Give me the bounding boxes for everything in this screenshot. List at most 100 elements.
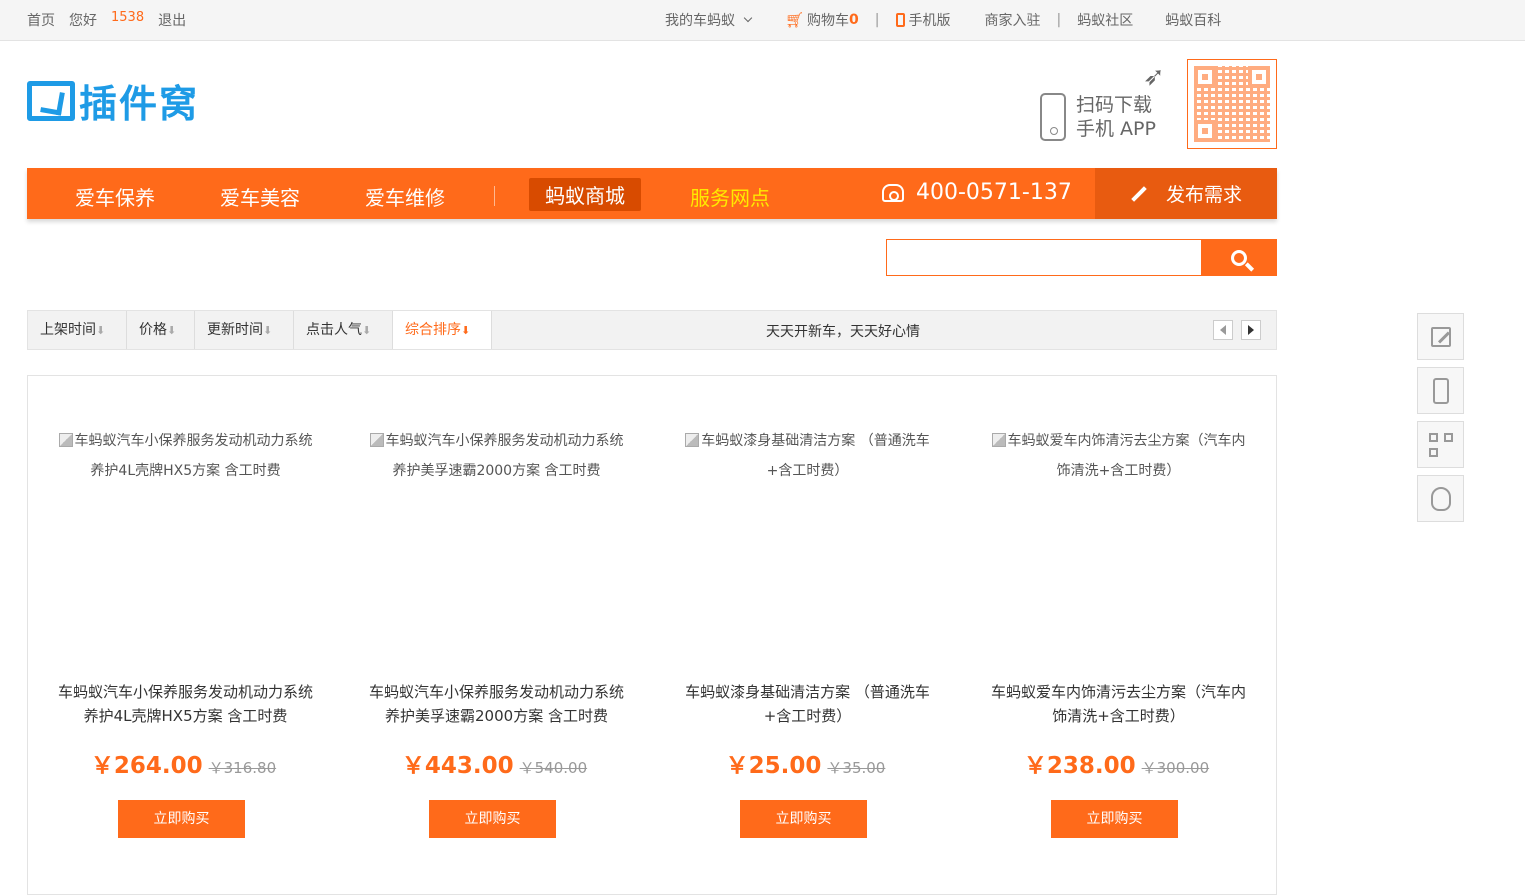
smartphone-icon bbox=[1040, 93, 1066, 141]
product-image[interactable]: 车蚂蚁汽车小保养服务发动机动力系统养护4L壳牌HX5方案 含工时费 bbox=[58, 426, 313, 486]
prev-page-button[interactable] bbox=[1213, 320, 1233, 340]
nav-divider bbox=[494, 186, 495, 206]
side-toolbar bbox=[1417, 313, 1464, 529]
merchant-link[interactable]: 商家入驻 bbox=[985, 10, 1041, 30]
search-box bbox=[886, 239, 1277, 276]
product-card: 车蚂蚁爱车内饰清污去尘方案（汽车内饰清洗+含工时费） 车蚂蚁爱车内饰清污去尘方案… bbox=[961, 376, 1272, 866]
buy-now-button[interactable]: 立即购买 bbox=[118, 800, 245, 838]
nav-item-maintenance[interactable]: 爱车保养 bbox=[75, 182, 155, 211]
product-card: 车蚂蚁汽车小保养服务发动机动力系统养护4L壳牌HX5方案 含工时费 车蚂蚁汽车小… bbox=[28, 376, 339, 866]
product-image[interactable]: 车蚂蚁汽车小保养服务发动机动力系统养护美孚速霸2000方案 含工时费 bbox=[369, 426, 624, 486]
search-input[interactable] bbox=[887, 240, 1200, 275]
arrow-down-icon: ⬇ bbox=[461, 324, 471, 337]
publish-label: 发布需求 bbox=[1165, 184, 1242, 206]
product-card: 车蚂蚁漆身基础清洁方案 （普通洗车+含工时费） 车蚂蚁漆身基础清洁方案 （普通洗… bbox=[650, 376, 961, 866]
logout-link[interactable]: 退出 bbox=[158, 10, 186, 30]
broken-image-icon bbox=[685, 433, 700, 447]
mobile-app-button[interactable] bbox=[1417, 367, 1464, 414]
product-title[interactable]: 车蚂蚁爱车内饰清污去尘方案（汽车内饰清洗+含工时费） bbox=[991, 680, 1246, 728]
buy-now-button[interactable]: 立即购买 bbox=[1051, 800, 1178, 838]
cart-icon: 🛒︎ bbox=[785, 11, 805, 29]
slogan-text: 天天开新车，天天好心情 bbox=[766, 324, 920, 340]
qr-icon bbox=[1428, 432, 1453, 457]
mobile-label: 手机版 bbox=[908, 13, 951, 29]
qq-service-button[interactable] bbox=[1417, 475, 1464, 522]
sort-listing-time[interactable]: 上架时间⬇ bbox=[28, 311, 127, 349]
sort-label: 价格 bbox=[139, 322, 167, 338]
arrow-down-icon: ⬇ bbox=[96, 324, 106, 337]
sort-label: 上架时间 bbox=[40, 322, 96, 338]
my-account-menu[interactable]: 我的车蚂蚁 bbox=[665, 10, 753, 30]
mobile-link[interactable]: 手机版 bbox=[895, 10, 951, 30]
product-image-alt: 车蚂蚁汽车小保养服务发动机动力系统养护美孚速霸2000方案 含工时费 bbox=[385, 433, 624, 479]
edit-icon bbox=[1430, 326, 1451, 347]
sort-popularity[interactable]: 点击人气⬇ bbox=[294, 311, 393, 349]
search-icon bbox=[1230, 249, 1247, 266]
header: 插件窝 bbox=[0, 41, 1525, 167]
curl-arrow-icon: ➶ bbox=[1143, 62, 1165, 92]
wiki-link[interactable]: 蚂蚁百科 bbox=[1165, 10, 1221, 30]
community-link[interactable]: 蚂蚁社区 bbox=[1077, 10, 1133, 30]
app-line2: 手机 APP bbox=[1076, 118, 1156, 140]
logo[interactable]: 插件窝 bbox=[27, 73, 199, 128]
sort-update-time[interactable]: 更新时间⬇ bbox=[195, 311, 294, 349]
app-line1: 扫码下载 bbox=[1076, 94, 1153, 116]
cart-link[interactable]: 🛒︎ 购物车 0 bbox=[785, 10, 859, 30]
top-bar: 首页 您好 1538 退出 我的车蚂蚁 🛒︎ 购物车 0 | 手机版 商家入驻 … bbox=[0, 0, 1525, 41]
divider: | bbox=[874, 12, 880, 28]
app-download: 扫码下载 手机 APP bbox=[1040, 93, 1156, 141]
arrow-down-icon: ⬇ bbox=[167, 324, 177, 337]
sort-label: 点击人气 bbox=[306, 322, 362, 338]
hotline-number: 400-0571-137 bbox=[916, 180, 1072, 205]
greeting-text: 您好 bbox=[69, 13, 97, 29]
qr-code-button[interactable] bbox=[1417, 421, 1464, 468]
logo-text: 插件窝 bbox=[79, 82, 200, 126]
arrow-down-icon: ⬇ bbox=[263, 324, 273, 337]
buy-now-button[interactable]: 立即购买 bbox=[740, 800, 867, 838]
chevron-down-icon bbox=[743, 13, 753, 23]
divider: | bbox=[1056, 12, 1062, 28]
product-title[interactable]: 车蚂蚁漆身基础清洁方案 （普通洗车+含工时费） bbox=[680, 680, 935, 728]
sort-price[interactable]: 价格⬇ bbox=[127, 311, 195, 349]
broken-image-icon bbox=[58, 433, 73, 447]
product-old-price: ￥316.80 bbox=[208, 759, 277, 777]
product-image[interactable]: 车蚂蚁爱车内饰清污去尘方案（汽车内饰清洗+含工时费） bbox=[991, 426, 1246, 486]
cart-label: 购物车 bbox=[807, 13, 850, 29]
telephone-icon bbox=[882, 183, 904, 202]
product-old-price: ￥540.00 bbox=[519, 759, 588, 777]
product-old-price: ￥35.00 bbox=[827, 759, 886, 777]
sort-label: 更新时间 bbox=[207, 322, 263, 338]
product-price: ￥264.00 bbox=[90, 753, 203, 779]
nav-item-repair[interactable]: 爱车维修 bbox=[365, 182, 445, 211]
product-old-price: ￥300.00 bbox=[1141, 759, 1210, 777]
product-list: 车蚂蚁汽车小保养服务发动机动力系统养护4L壳牌HX5方案 含工时费 车蚂蚁汽车小… bbox=[27, 375, 1277, 895]
username-link[interactable]: 1538 bbox=[111, 10, 144, 30]
product-price: ￥443.00 bbox=[401, 753, 514, 779]
home-link[interactable]: 首页 bbox=[27, 10, 55, 30]
broken-image-icon bbox=[991, 433, 1006, 447]
search-button[interactable] bbox=[1201, 240, 1276, 275]
publish-request-button[interactable]: 发布需求 bbox=[1095, 168, 1277, 219]
sort-label: 综合排序 bbox=[405, 322, 461, 338]
mobile-icon bbox=[895, 13, 905, 27]
qr-code bbox=[1187, 59, 1277, 149]
product-price: ￥25.00 bbox=[725, 753, 822, 779]
sort-bar: 上架时间⬇ 价格⬇ 更新时间⬇ 点击人气⬇ 综合排序⬇ 天天开新车，天天好心情 bbox=[27, 310, 1277, 350]
sort-composite[interactable]: 综合排序⬇ bbox=[393, 311, 492, 349]
cart-count: 0 bbox=[849, 12, 859, 28]
nav-item-mall[interactable]: 蚂蚁商城 bbox=[529, 178, 641, 211]
logo-mark-icon bbox=[27, 80, 75, 121]
product-image-alt: 车蚂蚁汽车小保养服务发动机动力系统养护4L壳牌HX5方案 含工时费 bbox=[74, 433, 313, 479]
next-page-button[interactable] bbox=[1241, 320, 1261, 340]
hotline: 400-0571-137 bbox=[882, 180, 1072, 205]
product-price: ￥238.00 bbox=[1023, 753, 1136, 779]
arrow-right-icon bbox=[1248, 325, 1254, 335]
product-image[interactable]: 车蚂蚁漆身基础清洁方案 （普通洗车+含工时费） bbox=[680, 426, 935, 486]
product-title[interactable]: 车蚂蚁汽车小保养服务发动机动力系统养护4L壳牌HX5方案 含工时费 bbox=[58, 680, 313, 728]
product-title[interactable]: 车蚂蚁汽车小保养服务发动机动力系统养护美孚速霸2000方案 含工时费 bbox=[369, 680, 624, 728]
feedback-button[interactable] bbox=[1417, 313, 1464, 360]
arrow-left-icon bbox=[1220, 325, 1226, 335]
nav-item-service-points[interactable]: 服务网点 bbox=[690, 182, 770, 211]
nav-item-beauty[interactable]: 爱车美容 bbox=[220, 182, 300, 211]
buy-now-button[interactable]: 立即购买 bbox=[429, 800, 556, 838]
